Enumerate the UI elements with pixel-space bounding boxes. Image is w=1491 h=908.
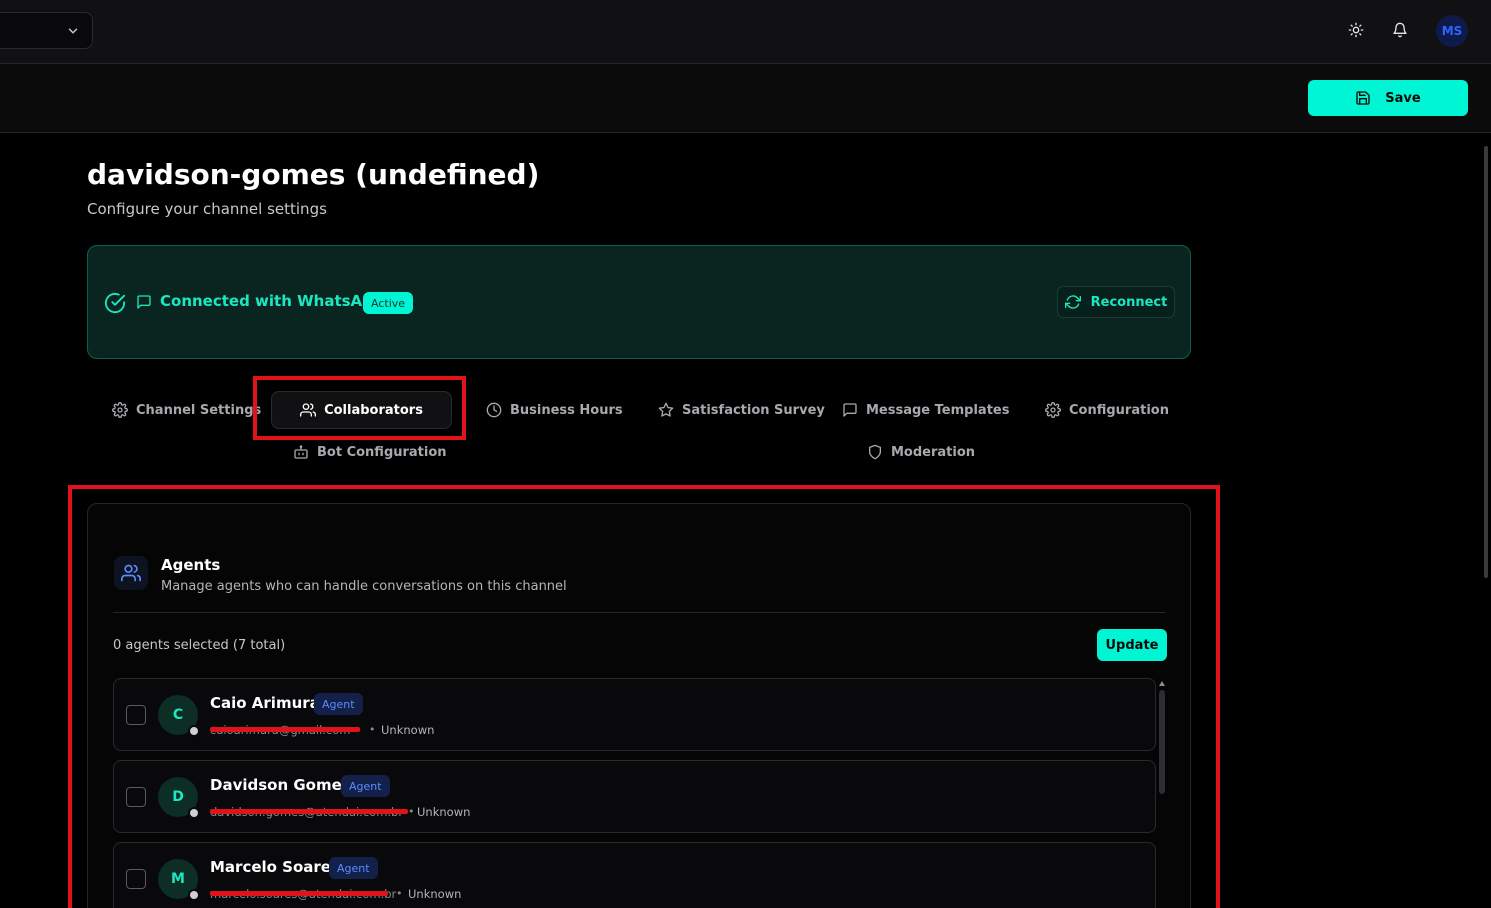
star-icon [658, 402, 674, 417]
gear-icon [1045, 402, 1061, 418]
tab-moderation[interactable]: Moderation [867, 433, 975, 471]
connection-status-card: Connected with WhatsApp Active Reconnect [87, 245, 1191, 359]
clock-icon [486, 402, 502, 418]
tab-label: Satisfaction Survey [682, 402, 825, 418]
check-circle-icon [104, 292, 126, 314]
tab-label: Channel Settings [136, 402, 262, 418]
page-scrollbar[interactable] [1484, 146, 1488, 578]
message-square-icon [843, 403, 857, 417]
tab-label: Business Hours [510, 402, 623, 418]
bot-icon [294, 445, 308, 459]
page-title: davidson-gomes (undefined) [87, 158, 540, 191]
shield-icon [869, 444, 881, 460]
annotation-highlight-tab [253, 376, 466, 440]
sun-icon[interactable] [1346, 20, 1366, 40]
save-icon [1356, 91, 1370, 105]
chevron-down-icon [68, 28, 78, 34]
save-button-label: Save [1385, 90, 1421, 106]
bell-icon[interactable] [1390, 20, 1410, 40]
tab-business-hours[interactable]: Business Hours [486, 391, 623, 429]
gear-icon [112, 402, 128, 418]
tab-label: Moderation [891, 444, 976, 460]
page-subtitle: Configure your channel settings [87, 200, 327, 218]
tab-message-templates[interactable]: Message Templates [842, 391, 1009, 429]
workspace-select[interactable] [0, 12, 93, 49]
reconnect-label: Reconnect [1090, 294, 1168, 310]
top-bar: MS [0, 0, 1491, 64]
tab-satisfaction-survey[interactable]: Satisfaction Survey [658, 391, 825, 429]
save-bar: Save [0, 64, 1491, 133]
tab-channel-settings[interactable]: Channel Settings [112, 391, 261, 429]
tab-label: Message Templates [866, 402, 1010, 418]
save-button[interactable]: Save [1308, 80, 1468, 116]
connection-status-text: Connected with WhatsApp [160, 292, 384, 310]
tab-label: Configuration [1069, 402, 1169, 418]
reconnect-button[interactable]: Reconnect [1057, 286, 1175, 318]
message-square-icon [137, 295, 151, 309]
refresh-icon [1064, 295, 1081, 309]
tab-configuration[interactable]: Configuration [1045, 391, 1169, 429]
tab-label: Bot Configuration [317, 444, 447, 460]
user-avatar[interactable]: MS [1436, 15, 1468, 47]
status-badge: Active [363, 292, 414, 314]
annotation-highlight-panel [68, 485, 1220, 908]
